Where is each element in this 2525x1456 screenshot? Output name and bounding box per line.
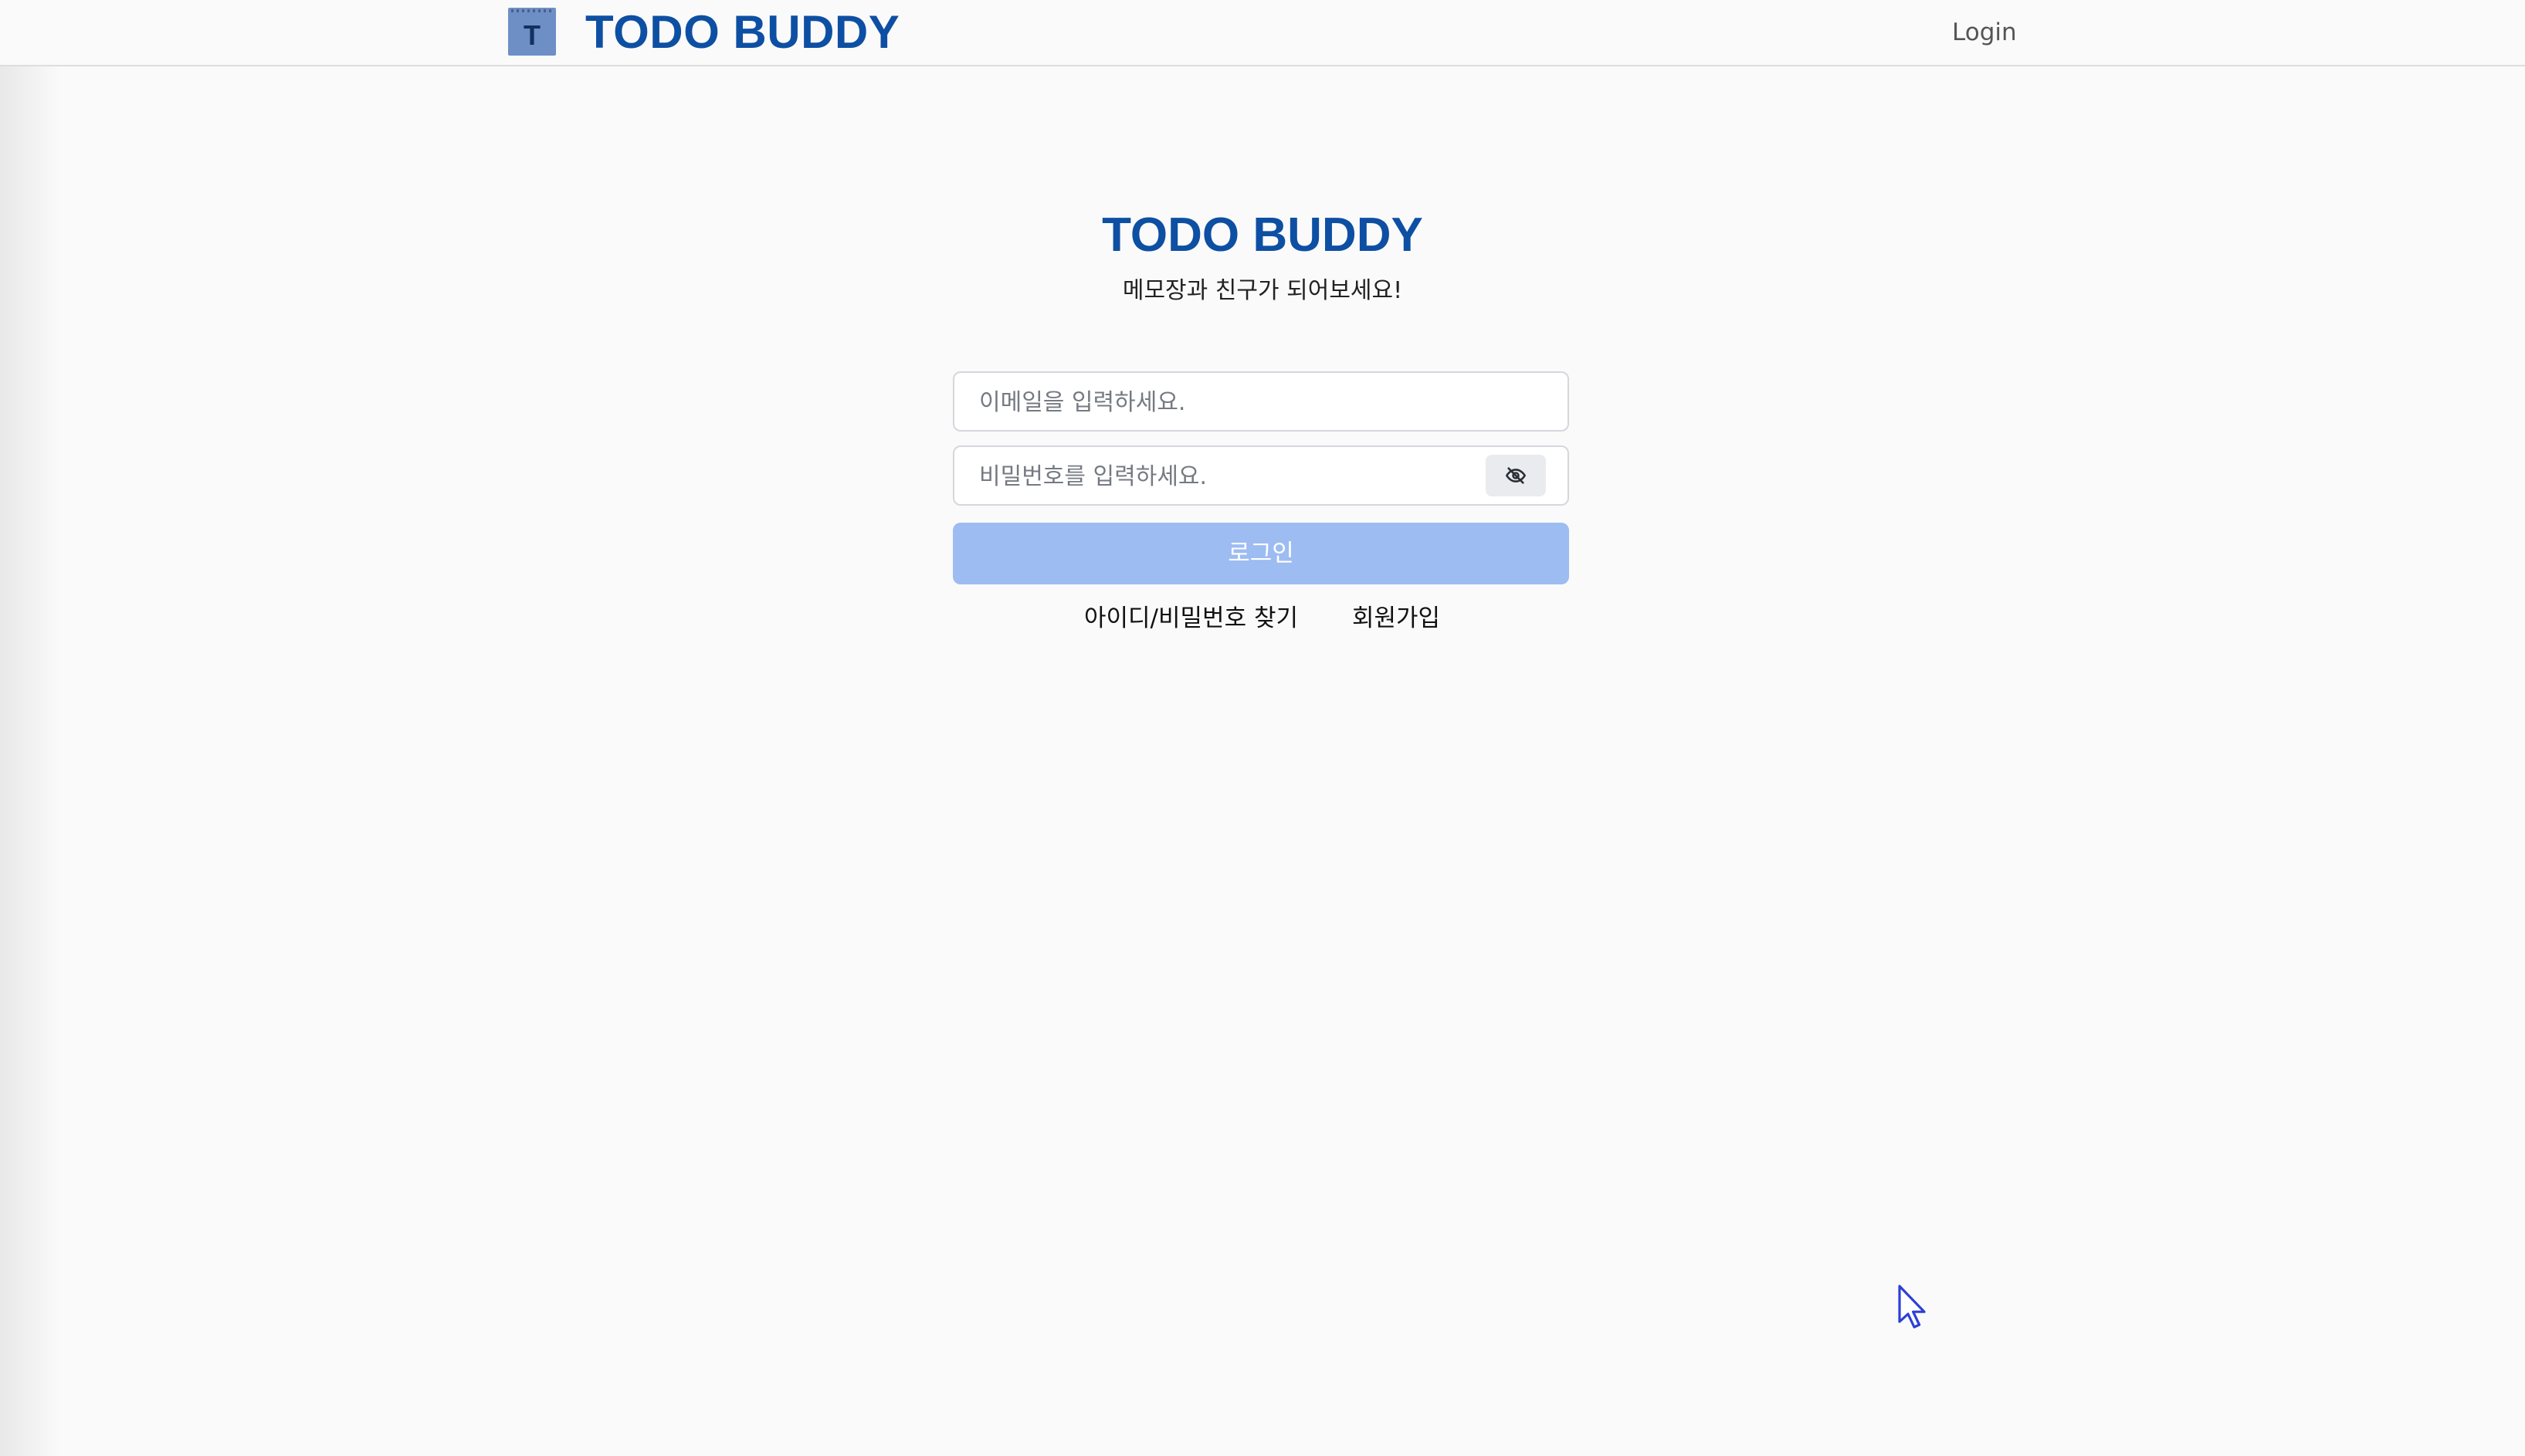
page-title: TODO BUDDY bbox=[1102, 208, 1423, 262]
password-input[interactable] bbox=[978, 447, 1521, 506]
notepad-icon[interactable]: T bbox=[508, 8, 556, 56]
left-edge-shadow bbox=[0, 0, 62, 1456]
brand-title[interactable]: TODO BUDDY bbox=[585, 3, 900, 62]
mouse-pointer-icon bbox=[1898, 1285, 1926, 1329]
nav-login-link[interactable]: Login bbox=[1952, 15, 2017, 49]
signup-link[interactable]: 회원가입 bbox=[1352, 601, 1440, 636]
password-field-container bbox=[953, 445, 1569, 506]
password-visibility-toggle[interactable] bbox=[1486, 455, 1546, 496]
eye-off-icon bbox=[1506, 467, 1526, 484]
find-account-link[interactable]: 아이디/비밀번호 찾기 bbox=[1084, 601, 1298, 636]
top-navbar: T TODO BUDDY Login bbox=[0, 0, 2525, 66]
page-subtitle: 메모장과 친구가 되어보세요! bbox=[1122, 277, 1403, 304]
email-input[interactable] bbox=[978, 373, 1521, 432]
login-button[interactable]: 로그인 bbox=[953, 523, 1569, 584]
logo-letter: T bbox=[524, 19, 541, 51]
email-field-container bbox=[953, 371, 1569, 432]
